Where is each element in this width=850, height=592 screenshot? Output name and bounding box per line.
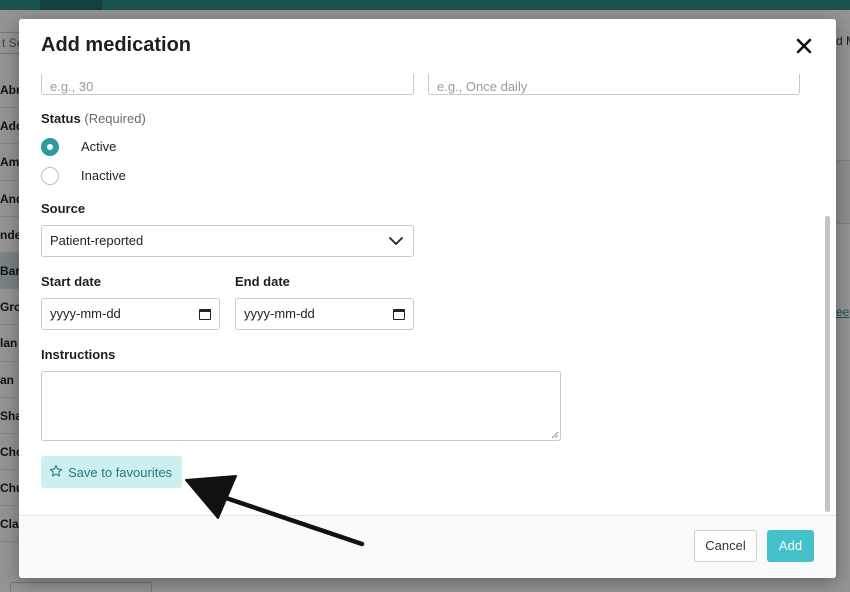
start-date-placeholder: yyyy-mm-dd: [50, 306, 121, 321]
dialog-body[interactable]: e.g., 30 e.g., Once daily Status (Requir…: [19, 74, 836, 515]
dose-input[interactable]: e.g., 30: [41, 74, 414, 95]
instructions-textarea[interactable]: [41, 371, 561, 441]
close-icon: [796, 38, 812, 54]
frequency-input[interactable]: e.g., Once daily: [428, 74, 800, 95]
start-date-input[interactable]: yyyy-mm-dd: [41, 298, 220, 330]
instructions-label: Instructions: [41, 347, 116, 362]
add-button[interactable]: Add: [767, 530, 814, 562]
scrollbar-thumb[interactable]: [825, 216, 830, 512]
resize-handle-icon[interactable]: [551, 431, 559, 439]
source-label: Source: [41, 201, 86, 216]
status-inactive-label[interactable]: Inactive: [81, 168, 126, 183]
close-button[interactable]: [794, 36, 814, 56]
status-label-text: Status: [41, 111, 81, 126]
end-date-label: End date: [235, 274, 290, 289]
start-date-label: Start date: [41, 274, 101, 289]
status-label: Status (Required): [41, 111, 146, 126]
calendar-icon[interactable]: [199, 309, 211, 320]
end-date-input[interactable]: yyyy-mm-dd: [235, 298, 414, 330]
status-active-radio[interactable]: [41, 138, 59, 156]
cancel-button[interactable]: Cancel: [694, 530, 757, 562]
source-select[interactable]: Patient-reported: [41, 225, 414, 257]
chevron-down-icon: [389, 237, 403, 245]
calendar-icon[interactable]: [393, 309, 405, 320]
status-inactive-radio[interactable]: [41, 167, 59, 185]
save-to-favourites-button[interactable]: Save to favourites: [41, 456, 182, 488]
dialog-scrollbar[interactable]: [822, 74, 832, 515]
source-selected-value: Patient-reported: [50, 233, 144, 248]
status-active-label[interactable]: Active: [81, 139, 116, 154]
add-medication-dialog: Add medication e.g., 30 e.g., Once daily…: [19, 19, 836, 578]
save-to-favourites-label: Save to favourites: [68, 465, 173, 480]
dialog-footer: Cancel Add: [19, 515, 836, 578]
required-note: (Required): [84, 111, 146, 126]
end-date-placeholder: yyyy-mm-dd: [244, 306, 315, 321]
dialog-header: Add medication: [19, 19, 836, 74]
dialog-title: Add medication: [41, 34, 192, 56]
star-icon: [49, 464, 63, 477]
